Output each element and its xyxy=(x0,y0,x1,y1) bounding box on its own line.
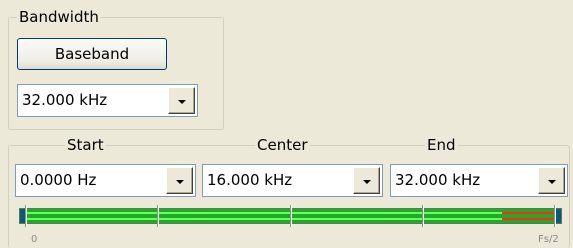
bandwidth-select-value: 32.000 kHz xyxy=(22,91,108,109)
chevron-down-icon xyxy=(175,179,184,184)
start-dropdown-button[interactable] xyxy=(166,167,193,194)
center-frequency-select[interactable]: 16.000 kHz xyxy=(202,164,383,197)
range-marker-2[interactable] xyxy=(289,205,292,227)
start-frequency-select[interactable]: 0.0000 Hz xyxy=(15,164,196,197)
center-dropdown-button[interactable] xyxy=(353,167,380,194)
center-frequency-value: 16.000 kHz xyxy=(207,171,293,189)
chevron-down-icon xyxy=(362,179,371,184)
range-excess-lower-line xyxy=(502,218,555,220)
bandwidth-select[interactable]: 32.000 kHz xyxy=(17,84,198,117)
chevron-down-icon xyxy=(177,99,186,104)
bandwidth-dropdown-button[interactable] xyxy=(168,87,195,114)
start-legend: Start xyxy=(65,136,106,154)
center-legend: Center xyxy=(255,136,310,154)
range-marker-0[interactable] xyxy=(25,205,27,227)
end-legend: End xyxy=(425,136,458,154)
range-excess-upper-line xyxy=(502,212,555,214)
baseband-button[interactable]: Baseband xyxy=(17,38,167,70)
end-frequency-select[interactable]: 32.000 kHz xyxy=(390,164,568,197)
axis-end-label: Fs/2 xyxy=(538,234,559,245)
bandwidth-legend: Bandwidth xyxy=(17,8,101,26)
chevron-down-icon xyxy=(547,179,556,184)
end-frequency-value: 32.000 kHz xyxy=(395,171,481,189)
start-frequency-value: 0.0000 Hz xyxy=(20,171,97,189)
range-marker-1[interactable] xyxy=(157,205,160,227)
frequency-range-bar[interactable] xyxy=(19,205,562,227)
range-excess-region xyxy=(502,209,555,223)
range-marker-4[interactable] xyxy=(554,205,556,227)
end-dropdown-button[interactable] xyxy=(538,167,565,194)
axis-start-label: 0 xyxy=(31,234,38,245)
range-marker-3[interactable] xyxy=(421,205,424,227)
